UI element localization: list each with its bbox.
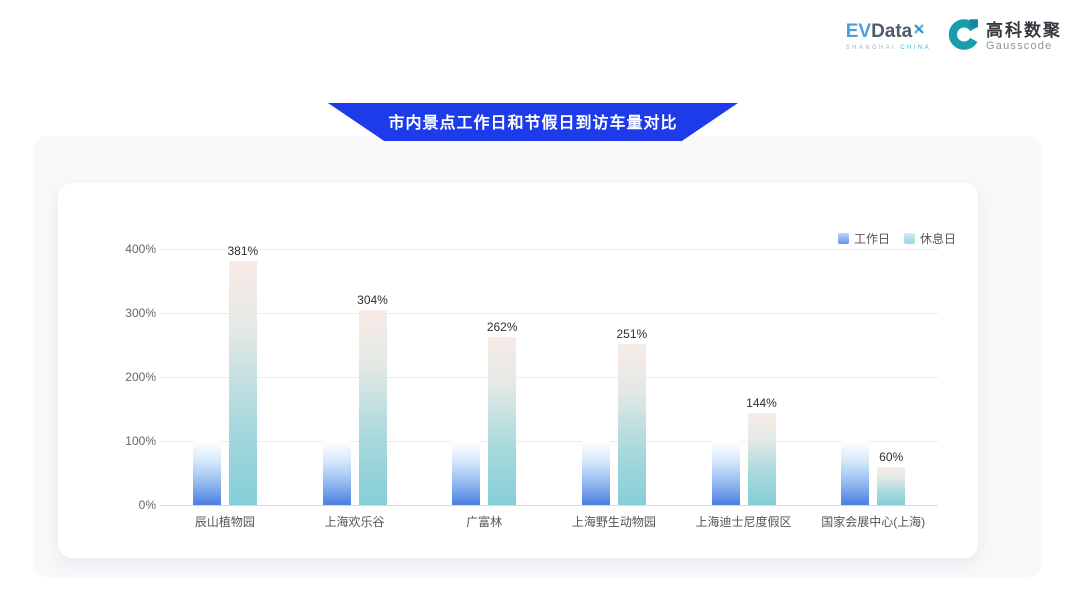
bar-value-label: 144% xyxy=(746,396,777,410)
legend-item-workday[interactable]: 工作日 xyxy=(838,230,890,247)
bar-restday-wrap: 251% xyxy=(618,344,646,505)
chart-title-banner: 市内景点工作日和节假日到访车量对比 xyxy=(328,103,738,141)
page: EVData SHANGHAI CHINA xyxy=(0,0,1080,608)
legend-label-workday: 工作日 xyxy=(854,230,890,247)
bar-value-label: 304% xyxy=(357,293,388,307)
plot-area: 381% 304% 262% 251% 144% 60% xyxy=(160,249,938,505)
y-tick-label: 0% xyxy=(94,498,156,512)
bar-group: 262% xyxy=(419,249,549,505)
y-axis-labels: 400%300%200%100%0% xyxy=(94,249,156,505)
category-label: 上海欢乐谷 xyxy=(290,513,420,530)
category-label: 广富林 xyxy=(419,513,549,530)
chart-card: 工作日 休息日 400% 300% 200% 100% 0% 381% 304% 262% 2… xyxy=(58,183,978,558)
category-label: 国家会展中心(上海) xyxy=(808,513,938,530)
x-axis-line xyxy=(160,505,938,506)
category-labels: 辰山植物园上海欢乐谷广富林上海野生动物园上海迪士尼度假区国家会展中心(上海) xyxy=(160,513,938,530)
bar-restday[interactable] xyxy=(359,310,387,505)
category-label: 上海迪士尼度假区 xyxy=(679,513,809,530)
bar-workday[interactable] xyxy=(712,441,740,505)
gausscode-logo: 高科数聚 Gausscode xyxy=(947,18,1062,56)
gausscode-cn-name: 高科数聚 xyxy=(986,21,1062,40)
bar-group: 304% xyxy=(290,249,420,505)
legend-item-restday[interactable]: 休息日 xyxy=(904,230,956,247)
y-tick-label: 100% xyxy=(94,434,156,448)
y-tick-label: 400% xyxy=(94,242,156,256)
bar-restday[interactable] xyxy=(488,337,516,505)
category-label: 上海野生动物园 xyxy=(549,513,679,530)
gausscode-en-name: Gausscode xyxy=(986,40,1062,53)
bar-restday-wrap: 144% xyxy=(748,413,776,505)
bar-restday[interactable] xyxy=(618,344,646,505)
evdata-wordmark: EVData xyxy=(846,22,925,42)
bar-value-label: 251% xyxy=(616,327,647,341)
bar-restday-wrap: 381% xyxy=(229,261,257,505)
bar-workday[interactable] xyxy=(193,441,221,505)
evdata-data-text: Data xyxy=(871,22,912,42)
y-tick-label: 300% xyxy=(94,306,156,320)
bar-value-label: 60% xyxy=(879,450,903,464)
bar-value-label: 262% xyxy=(487,320,518,334)
bar-restday-wrap: 60% xyxy=(877,467,905,505)
bar-restday[interactable] xyxy=(748,413,776,505)
bar-value-label: 381% xyxy=(227,244,258,258)
bars-layer: 381% 304% 262% 251% 144% 60% xyxy=(160,249,938,505)
bar-restday[interactable] xyxy=(877,467,905,505)
bar-restday-wrap: 304% xyxy=(359,310,387,505)
y-tick-label: 200% xyxy=(94,370,156,384)
bar-restday-wrap: 262% xyxy=(488,337,516,505)
evdata-tagline: SHANGHAI CHINA xyxy=(846,45,931,52)
bar-group: 381% xyxy=(160,249,290,505)
gausscode-g-icon xyxy=(947,18,980,56)
chart-title: 市内景点工作日和节假日到访车量对比 xyxy=(388,109,677,135)
evdata-tagline-left: SHANGHAI xyxy=(846,45,897,51)
bar-group: 144% xyxy=(679,249,809,505)
chart-legend: 工作日 休息日 xyxy=(838,230,956,247)
gausscode-text: 高科数聚 Gausscode xyxy=(986,21,1062,53)
legend-swatch-workday-icon xyxy=(838,233,849,244)
evdata-x-icon xyxy=(914,19,924,39)
bar-workday[interactable] xyxy=(452,441,480,505)
evdata-logo: EVData SHANGHAI CHINA xyxy=(846,18,931,52)
bar-restday[interactable] xyxy=(229,261,257,505)
bar-workday[interactable] xyxy=(582,441,610,505)
bar-group: 251% xyxy=(549,249,679,505)
legend-label-restday: 休息日 xyxy=(920,230,956,247)
evdata-ev-text: EV xyxy=(846,22,871,42)
legend-swatch-restday-icon xyxy=(904,233,915,244)
logo-bar: EVData SHANGHAI CHINA xyxy=(846,18,1062,56)
bar-group: 60% xyxy=(808,249,938,505)
category-label: 辰山植物园 xyxy=(160,513,290,530)
bar-workday[interactable] xyxy=(323,441,351,505)
bar-workday[interactable] xyxy=(841,441,869,505)
evdata-tagline-right: CHINA xyxy=(900,45,931,51)
